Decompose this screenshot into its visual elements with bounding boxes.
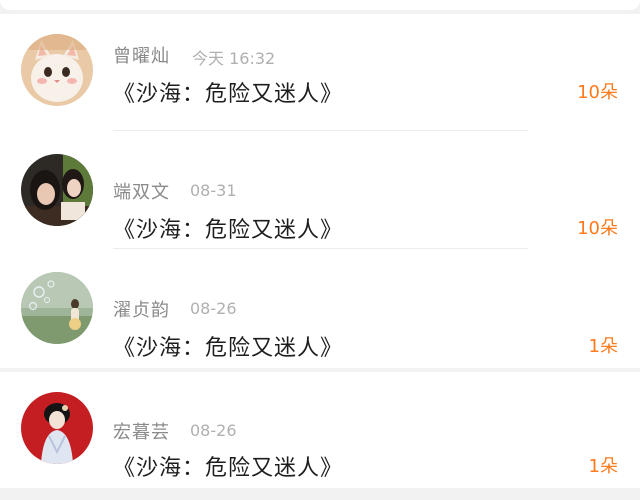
username[interactable]: 端双文	[113, 178, 170, 204]
timestamp: 今天 16:32	[192, 49, 276, 68]
username[interactable]: 曾曜灿	[113, 42, 170, 68]
list-item[interactable]: 端双文 08-31 《沙海：危险又迷人》 10朵	[0, 132, 640, 250]
bubbles-avatar-icon	[21, 272, 93, 344]
list-item[interactable]: 曾曜灿 今天 16:32 《沙海：危险又迷人》 10朵	[0, 14, 640, 132]
avatar[interactable]	[21, 392, 93, 464]
gift-title: 《沙海：危险又迷人》	[113, 456, 344, 481]
flower-count: 10朵	[577, 82, 618, 103]
cat-avatar-icon	[21, 34, 93, 106]
gift-title: 《沙海：危险又迷人》	[113, 218, 344, 243]
username[interactable]: 宏暮芸	[113, 418, 170, 444]
gift-list: 曾曜灿 今天 16:32 《沙海：危险又迷人》 10朵 端双文 08-31 《沙…	[0, 14, 640, 488]
avatar[interactable]	[21, 34, 93, 106]
doll-avatar-icon	[21, 392, 93, 464]
bottom-strip	[0, 488, 640, 500]
avatar[interactable]	[21, 154, 93, 226]
timestamp: 08-31	[190, 181, 237, 200]
timestamp: 08-26	[190, 299, 237, 318]
two-girls-avatar-icon	[21, 154, 93, 226]
divider	[113, 248, 528, 249]
flower-count: 1朵	[588, 336, 618, 357]
list-item[interactable]: 濯贞韵 08-26 《沙海：危险又迷人》 1朵	[0, 250, 640, 368]
divider	[113, 130, 528, 131]
top-strip	[0, 0, 640, 10]
avatar[interactable]	[21, 272, 93, 344]
flower-count: 10朵	[577, 218, 618, 239]
timestamp: 08-26	[190, 421, 237, 440]
gift-title: 《沙海：危险又迷人》	[113, 82, 344, 107]
gift-title: 《沙海：危险又迷人》	[113, 336, 344, 361]
username[interactable]: 濯贞韵	[113, 296, 170, 322]
list-item[interactable]: 宏暮芸 08-26 《沙海：危险又迷人》 1朵	[0, 372, 640, 490]
flower-count: 1朵	[588, 456, 618, 477]
